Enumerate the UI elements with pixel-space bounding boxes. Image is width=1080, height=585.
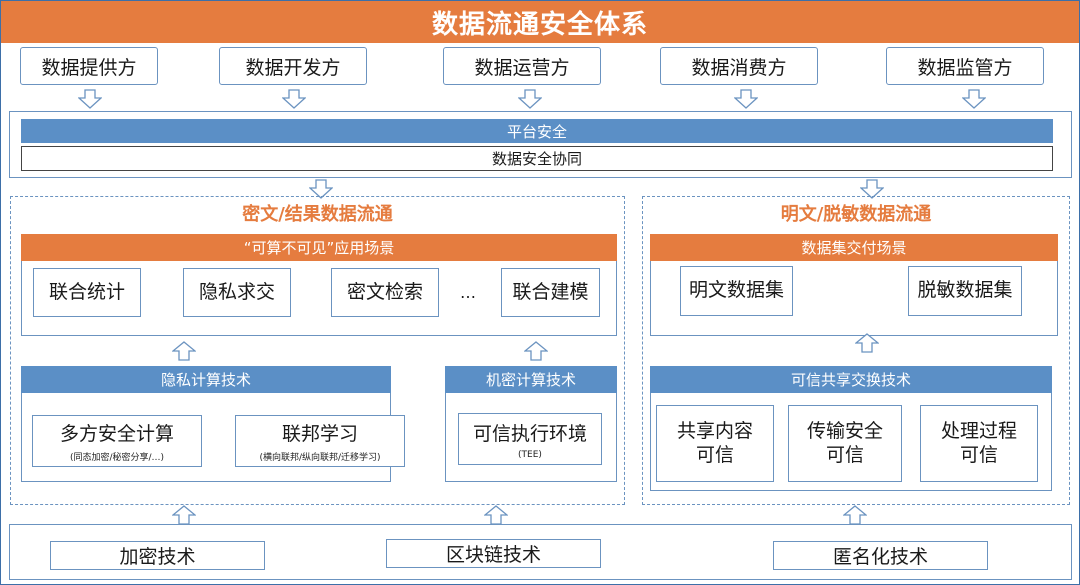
secure-multiparty-computation-label: 多方安全计算 <box>59 423 174 445</box>
diagram-title: 数据流通安全体系 <box>1 1 1079 43</box>
anonymization-tech-box: 匿名化技术 <box>773 541 988 570</box>
shared-content-trusted-box: 共享内容 可信 <box>656 405 774 482</box>
plaintext-dataset-box: 明文数据集 <box>680 266 793 316</box>
up-arrow-icon <box>524 341 548 361</box>
role-data-consumer: 数据消费方 <box>660 47 818 85</box>
scenario-private-set-intersection: 隐私求交 <box>183 268 291 317</box>
shared-content-line2: 可信 <box>695 443 734 466</box>
secure-multiparty-computation-box: 多方安全计算 (同态加密/秘密分享/…) <box>32 415 202 467</box>
scenario-joint-modeling: 联合建模 <box>501 268 600 317</box>
transmission-security-trusted-box: 传输安全 可信 <box>788 405 902 482</box>
data-security-collab-bar: 数据安全协同 <box>21 146 1053 171</box>
plaintext-flow-title: 明文/脱敏数据流通 <box>780 204 932 225</box>
compute-invisible-header: “可算不可见”应用场景 <box>21 234 617 261</box>
role-data-regulator: 数据监管方 <box>886 47 1044 85</box>
up-arrow-icon <box>855 333 879 353</box>
up-arrow-icon <box>843 505 867 525</box>
tee-box: 可信执行环境 (TEE) <box>458 413 602 465</box>
up-arrow-icon <box>172 505 196 525</box>
down-arrow-icon <box>282 89 306 109</box>
processing-trusted-box: 处理过程 可信 <box>920 405 1038 482</box>
federated-learning-label: 联邦学习 <box>281 423 358 445</box>
role-data-provider: 数据提供方 <box>20 47 158 85</box>
transmission-security-line2: 可信 <box>825 443 864 466</box>
tee-label: 可信执行环境 <box>472 422 587 445</box>
down-arrow-icon <box>734 89 758 109</box>
up-arrow-icon <box>484 505 508 525</box>
ciphertext-flow-title: 密文/结果数据流通 <box>242 204 393 225</box>
scenario-ellipsis: … <box>460 283 476 302</box>
up-arrow-icon <box>172 341 196 361</box>
down-arrow-icon <box>78 89 102 109</box>
secure-multiparty-computation-sub: (同态加密/秘密分享/…) <box>69 453 165 463</box>
federated-learning-box: 联邦学习 (横向联邦/纵向联邦/迁移学习) <box>235 415 405 467</box>
shared-content-line1: 共享内容 <box>676 419 753 442</box>
federated-learning-sub: (横向联邦/纵向联邦/迁移学习) <box>259 453 381 463</box>
role-data-operator: 数据运营方 <box>443 47 601 85</box>
down-arrow-icon <box>518 89 542 109</box>
trusted-exchange-header: 可信共享交换技术 <box>650 366 1052 393</box>
confidential-compute-header: 机密计算技术 <box>445 366 617 393</box>
processing-line1: 处理过程 <box>940 419 1017 442</box>
blockchain-tech-box: 区块链技术 <box>386 539 601 568</box>
down-arrow-icon <box>962 89 986 109</box>
scenario-joint-statistics: 联合统计 <box>33 268 141 317</box>
tee-sub: (TEE) <box>518 449 542 460</box>
encryption-tech-box: 加密技术 <box>50 541 265 570</box>
privacy-compute-header: 隐私计算技术 <box>21 366 391 393</box>
scenario-ciphertext-search: 密文检索 <box>331 268 439 317</box>
processing-line2: 可信 <box>959 443 998 466</box>
platform-security-bar: 平台安全 <box>21 119 1053 143</box>
transmission-security-line1: 传输安全 <box>806 419 883 442</box>
role-data-developer: 数据开发方 <box>219 47 367 85</box>
dataset-delivery-header: 数据集交付场景 <box>650 234 1058 261</box>
desensitized-dataset-box: 脱敏数据集 <box>908 266 1022 316</box>
